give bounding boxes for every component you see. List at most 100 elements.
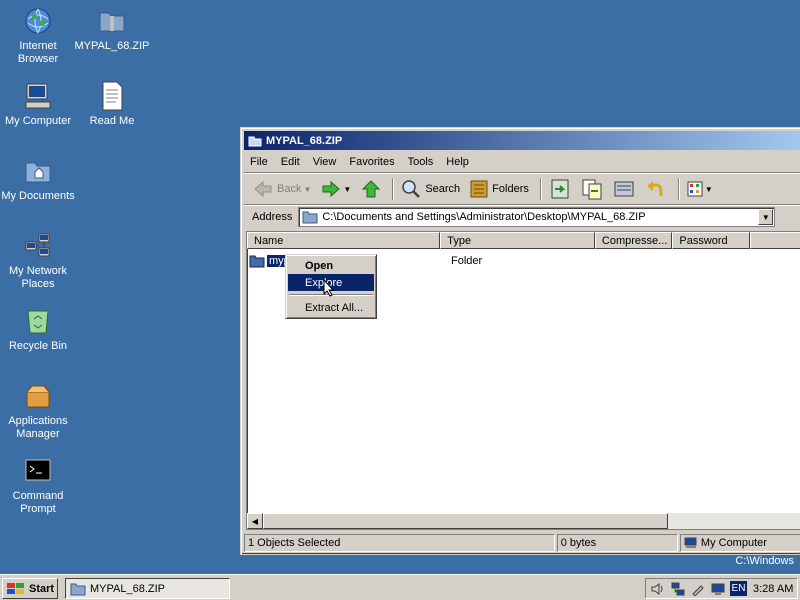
back-arrow-icon	[254, 180, 272, 198]
taskbar-button-mypal-zip[interactable]: MYPAL_68.ZIP	[65, 578, 230, 599]
display-icon[interactable]	[710, 581, 726, 597]
desktop-icon-read-me[interactable]: Read Me	[74, 80, 150, 128]
copy-to-button[interactable]	[578, 177, 606, 201]
toolbar: Back ▼ ▼ Search Folders ▼	[244, 174, 800, 204]
start-label: Start	[29, 582, 55, 595]
globe-icon	[22, 5, 54, 37]
computer-icon	[684, 537, 697, 548]
column-header-type[interactable]: Type	[440, 232, 595, 249]
folder-icon	[249, 255, 265, 268]
network-status-icon[interactable]	[670, 581, 686, 597]
search-icon	[402, 180, 421, 198]
box-icon	[22, 380, 54, 412]
views-button[interactable]: ▼	[684, 177, 716, 201]
toolbar-separator	[392, 178, 395, 200]
menu-tools[interactable]: Tools	[408, 156, 434, 168]
column-headers: Name Type Compresse... Password	[247, 232, 800, 249]
column-header-password[interactable]: Password	[672, 232, 750, 249]
status-bar: 1 Objects Selected 0 bytes My Computer	[244, 533, 800, 553]
desktop-icon-label: Command Prompt	[12, 490, 64, 515]
desktop-icon-my-computer[interactable]: My Computer	[0, 80, 76, 128]
folders-icon	[470, 180, 488, 198]
desktop-icon-label: Read Me	[89, 115, 135, 127]
desktop-icon-zip[interactable]: MYPAL_68.ZIP	[74, 5, 150, 53]
scroll-left-button[interactable]: ◀	[247, 513, 263, 529]
chevron-down-icon: ▼	[761, 212, 770, 222]
computer-icon	[22, 80, 54, 112]
usb-icon[interactable]	[690, 581, 706, 597]
windows-logo-icon	[7, 582, 24, 594]
desktop-icon-internet-browser[interactable]: Internet Browser	[0, 5, 76, 66]
menu-item-open[interactable]: Open	[288, 257, 374, 274]
explorer-window: MYPAL_68.ZIP File Edit View Favorites To…	[240, 127, 800, 555]
undo-button[interactable]	[642, 177, 670, 201]
chevron-left-icon: ◀	[251, 516, 259, 526]
back-button[interactable]: Back ▼	[250, 177, 314, 201]
desktop-watermark: C:\Windows	[735, 555, 794, 567]
desktop-icon-applications-manager[interactable]: Applications Manager	[0, 380, 76, 441]
desktop-icon-command-prompt[interactable]: Command Prompt	[0, 455, 76, 516]
address-input[interactable]: C:\Documents and Settings\Administrator\…	[298, 207, 776, 227]
toolbar-separator	[539, 178, 542, 200]
folders-button[interactable]: Folders	[467, 177, 532, 201]
delete-button[interactable]	[610, 177, 638, 201]
network-icon	[22, 230, 54, 262]
window-titlebar[interactable]: MYPAL_68.ZIP	[244, 131, 800, 150]
folder-icon	[22, 155, 54, 187]
back-label: Back	[277, 183, 302, 195]
copy-to-icon	[582, 179, 602, 200]
column-header-empty	[749, 232, 800, 249]
terminal-icon	[22, 455, 54, 487]
chevron-down-icon[interactable]: ▼	[343, 185, 351, 194]
menu-view[interactable]: View	[313, 156, 337, 168]
desktop-icon-recycle-bin[interactable]: Recycle Bin	[0, 305, 76, 353]
menu-favorites[interactable]: Favorites	[349, 156, 394, 168]
status-size: 0 bytes	[556, 534, 678, 552]
volume-icon[interactable]	[650, 581, 666, 597]
desktop-icon-my-documents[interactable]: My Documents	[0, 155, 76, 203]
status-location-label: My Computer	[700, 537, 767, 549]
desktop-icon-label: MYPAL_68.ZIP	[74, 40, 150, 52]
recycle-bin-icon	[22, 305, 54, 337]
chevron-down-icon[interactable]: ▼	[705, 185, 713, 194]
menu-item-extract-all[interactable]: Extract All...	[288, 299, 374, 316]
window-title: MYPAL_68.ZIP	[266, 134, 343, 147]
column-header-name[interactable]: Name	[247, 232, 441, 249]
status-location: My Computer	[679, 534, 800, 552]
chevron-down-icon[interactable]: ▼	[303, 185, 311, 194]
status-selection: 1 Objects Selected	[244, 534, 555, 552]
address-dropdown-button[interactable]: ▼	[758, 209, 774, 225]
horizontal-scrollbar[interactable]: ◀	[247, 513, 800, 529]
search-button[interactable]: Search	[398, 177, 463, 201]
up-arrow-icon	[362, 180, 381, 198]
menu-edit[interactable]: Edit	[281, 156, 300, 168]
desktop-icon-label: Applications Manager	[8, 415, 68, 440]
scroll-thumb[interactable]	[263, 513, 668, 529]
menu-file[interactable]: File	[250, 156, 268, 168]
zip-folder-icon	[248, 136, 262, 146]
desktop-icon-label: My Network Places	[8, 265, 68, 290]
column-header-compressed[interactable]: Compresse...	[594, 232, 673, 249]
desktop-icon-network[interactable]: My Network Places	[0, 230, 76, 291]
start-button[interactable]: Start	[2, 578, 58, 599]
zip-folder-icon	[70, 583, 86, 595]
address-value: C:\Documents and Settings\Administrator\…	[322, 211, 646, 223]
up-folder-button[interactable]	[358, 177, 384, 201]
address-bar: Address C:\Documents and Settings\Admini…	[244, 206, 800, 228]
move-to-button[interactable]	[546, 177, 574, 201]
clock[interactable]: 3:28 AM	[753, 583, 793, 595]
move-to-icon	[551, 179, 569, 199]
address-label: Address	[252, 211, 293, 223]
desktop-icon-label: My Documents	[1, 190, 75, 202]
forward-button[interactable]: ▼	[318, 177, 354, 201]
file-type: Folder	[451, 255, 483, 267]
views-icon	[687, 181, 703, 197]
forward-arrow-icon	[322, 180, 341, 198]
toolbar-separator	[677, 178, 680, 200]
language-indicator[interactable]: EN	[730, 581, 747, 596]
taskbar: Start MYPAL_68.ZIP EN 3:28 AM	[0, 574, 800, 600]
menu-help[interactable]: Help	[446, 156, 469, 168]
folders-label: Folders	[492, 183, 529, 195]
document-icon	[96, 80, 128, 112]
zip-folder-icon	[96, 5, 128, 37]
